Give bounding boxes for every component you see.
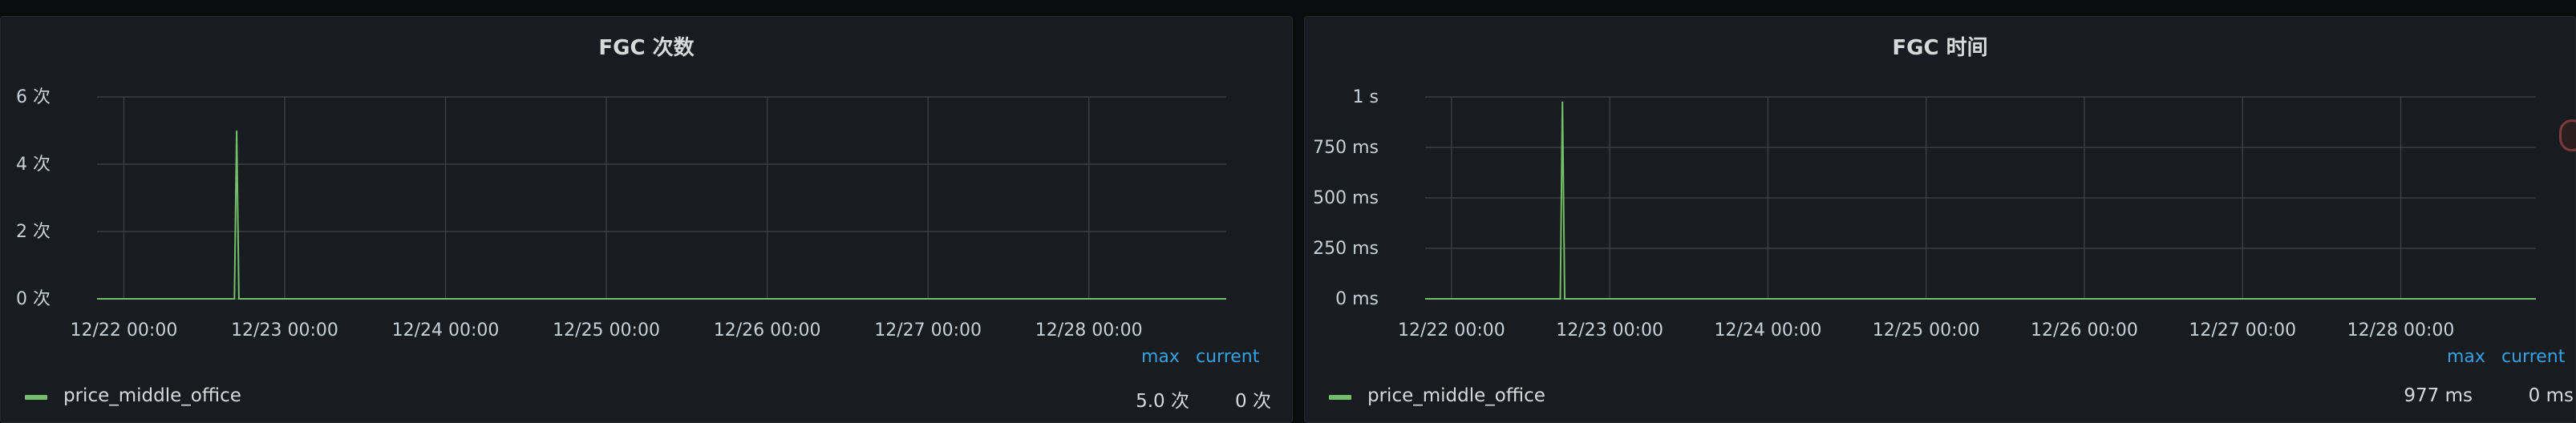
x-tick-label: 12/26 00:00: [714, 320, 821, 340]
y-tick-label: 250 ms: [1313, 239, 1379, 259]
series-line-price_middle_office: [1425, 101, 2536, 300]
fgc-time-chart[interactable]: 0 ms 250 ms 500 ms 750 ms 1 s 12/22 00:00 12/2…: [1305, 17, 2576, 340]
y-tick-label: 500 ms: [1313, 188, 1379, 208]
legend-current-value: 0 ms: [2528, 385, 2574, 406]
x-tick-label: 12/27 00:00: [2189, 320, 2296, 340]
x-tick-label: 12/28 00:00: [2347, 320, 2455, 340]
x-tick-label: 12/25 00:00: [553, 320, 660, 340]
panel-edge-handle[interactable]: [2559, 119, 2576, 151]
legend-item[interactable]: price_middle_office 977 ms 0 ms: [1305, 385, 2575, 409]
x-tick-label: 12/24 00:00: [392, 320, 500, 340]
y-tick-label: 0 ms: [1335, 289, 1379, 309]
legend-max-value: 5.0 次: [1136, 391, 1189, 412]
x-tick-label: 12/26 00:00: [2031, 320, 2138, 340]
x-tick-label: 12/27 00:00: [874, 320, 982, 340]
x-tick-label: 12/25 00:00: [1873, 320, 1980, 340]
y-tick-label: 4 次: [16, 155, 51, 175]
y-tick-label: 6 次: [16, 87, 51, 107]
legend-max-value: 977 ms: [2404, 385, 2473, 406]
legend-max-header[interactable]: max: [1141, 347, 1180, 367]
legend-item[interactable]: price_middle_office 5.0 次 0 次: [1, 385, 1292, 412]
fgc-count-chart[interactable]: 0 次 2 次 4 次 6 次 12/22 00:00 12/23 00:00 12/24 …: [1, 17, 1294, 340]
legend-current-header[interactable]: current: [1196, 347, 1259, 367]
series-color-swatch: [25, 395, 47, 400]
legend-current-header[interactable]: current: [2501, 347, 2565, 367]
y-tick-label: 2 次: [16, 222, 51, 242]
series-color-swatch: [1329, 395, 1351, 400]
series-line-price_middle_office: [97, 130, 1226, 300]
legend-series-name[interactable]: price_middle_office: [63, 385, 241, 406]
x-tick-label: 12/22 00:00: [1398, 320, 1505, 340]
x-tick-label: 12/22 00:00: [71, 320, 178, 340]
y-tick-label: 1 s: [1353, 87, 1379, 107]
legend-max-header[interactable]: max: [2447, 347, 2485, 367]
y-tick-label: 750 ms: [1313, 138, 1379, 158]
x-tick-label: 12/24 00:00: [1715, 320, 1822, 340]
legend-series-name[interactable]: price_middle_office: [1367, 385, 1545, 406]
x-tick-label: 12/23 00:00: [1556, 320, 1663, 340]
y-tick-label: 0 次: [16, 289, 51, 309]
fgc-time-panel: FGC 时间 0 ms 250 ms 500 ms 750 ms 1 s 12/22 00…: [1304, 16, 2576, 423]
x-tick-label: 12/28 00:00: [1035, 320, 1143, 340]
legend-current-value: 0 次: [1235, 391, 1271, 412]
fgc-count-panel: FGC 次数 0 次2 次4 次6 次 12/22 00:00 12/23 00:0…: [0, 16, 1293, 423]
x-tick-label: 12/23 00:00: [231, 320, 338, 340]
